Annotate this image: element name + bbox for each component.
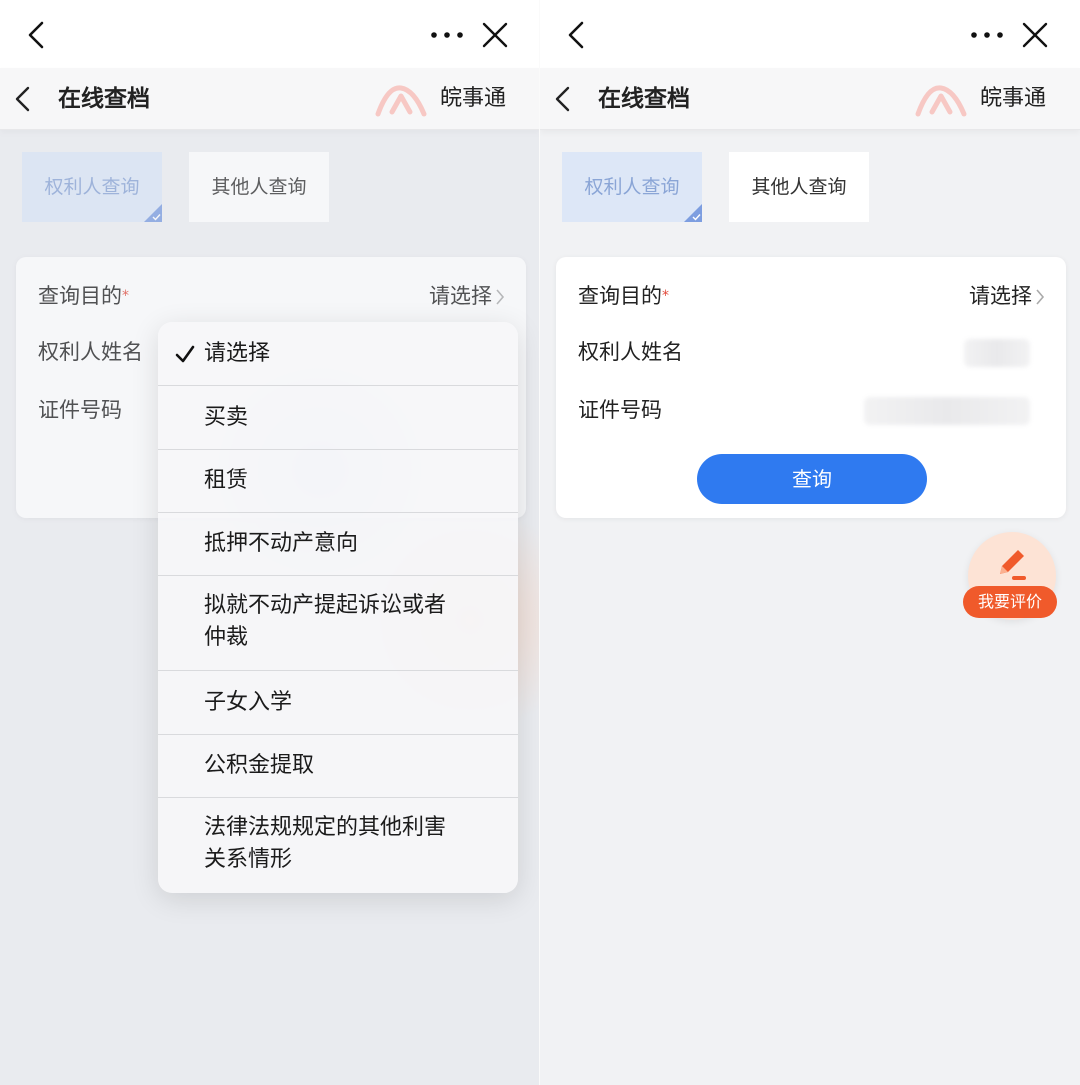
system-top-bar xyxy=(540,0,1080,68)
feedback-label[interactable]: 我要评价 xyxy=(963,586,1057,618)
brand-logo-icon xyxy=(375,85,427,117)
dropdown-option[interactable]: 公积金提取 xyxy=(158,735,518,798)
query-button[interactable]: 查询 xyxy=(697,454,927,504)
dropdown-option[interactable]: 抵押不动产意向 xyxy=(158,513,518,576)
dropdown-option-label: 关系情形 xyxy=(204,847,293,872)
left-screen: 在线查档 皖事通 权利人查询 其他人查询 查询目的* 请选择 权利人姓名 证件号… xyxy=(0,0,540,1085)
purpose-select[interactable]: 请选择 xyxy=(969,281,1032,311)
right-screen: 在线查档 皖事通 权利人查询 其他人查询 查询目的* 请选择 权利人姓名 证件号… xyxy=(540,0,1080,1085)
chevron-left-icon[interactable] xyxy=(22,20,52,50)
chevron-left-icon[interactable] xyxy=(562,20,592,50)
owner-name-label: 权利人姓名 xyxy=(38,340,143,364)
tab-owner-query[interactable]: 权利人查询 xyxy=(562,152,702,222)
page-title: 在线查档 xyxy=(598,86,690,112)
id-number-label: 证件号码 xyxy=(38,398,122,422)
id-number-input[interactable] xyxy=(864,397,1030,425)
chevron-left-icon[interactable] xyxy=(10,84,36,114)
required-mark: * xyxy=(122,288,129,304)
dropdown-option[interactable]: 拟就不动产提起诉讼或者 仲裁 xyxy=(158,576,518,671)
pencil-edit-icon xyxy=(1000,550,1026,580)
dropdown-option-label: 公积金提取 xyxy=(204,753,315,778)
corner-check-icon xyxy=(684,204,702,222)
id-number-label: 证件号码 xyxy=(578,398,662,422)
purpose-label: 查询目的* xyxy=(578,281,669,311)
system-top-bar xyxy=(0,0,540,68)
purpose-dropdown-menu: 请选择 买卖 租赁 抵押不动产意向 拟就不动产提起诉讼或者 仲裁 子女入学 公积… xyxy=(158,322,518,893)
close-icon[interactable] xyxy=(1020,20,1050,50)
purpose-label-text: 查询目的 xyxy=(38,284,122,308)
dropdown-option-label: 租赁 xyxy=(204,468,249,493)
dropdown-option-label: 子女入学 xyxy=(204,690,293,715)
close-icon[interactable] xyxy=(480,20,510,50)
more-dots-icon[interactable] xyxy=(968,20,1006,50)
dropdown-option[interactable]: 租赁 xyxy=(158,450,518,513)
corner-check-icon xyxy=(144,204,162,222)
owner-name-input[interactable] xyxy=(964,339,1030,367)
dropdown-option-label: 拟就不动产提起诉讼或者 xyxy=(204,593,447,618)
chevron-right-icon xyxy=(496,289,505,305)
dropdown-option[interactable]: 子女入学 xyxy=(158,671,518,735)
required-mark: * xyxy=(662,288,669,304)
dropdown-option-selected[interactable]: 请选择 xyxy=(158,322,518,386)
brand-name: 皖事通 xyxy=(980,86,1047,111)
tab-other-query[interactable]: 其他人查询 xyxy=(189,152,329,222)
query-form-card: 查询目的* 请选择 权利人姓名 证件号码 查询 xyxy=(556,257,1066,518)
tab-label: 其他人查询 xyxy=(751,176,847,198)
dropdown-option-label: 法律法规规定的其他利害 xyxy=(204,815,447,840)
tab-label: 权利人查询 xyxy=(584,176,680,198)
brand-logo-icon xyxy=(915,85,967,117)
checkmark-icon xyxy=(175,345,195,363)
more-dots-icon[interactable] xyxy=(428,20,466,50)
owner-name-label: 权利人姓名 xyxy=(578,340,683,364)
dropdown-option-label: 抵押不动产意向 xyxy=(204,531,359,556)
purpose-label-text: 查询目的 xyxy=(578,284,662,308)
tab-owner-query[interactable]: 权利人查询 xyxy=(22,152,162,222)
dropdown-option-label: 仲裁 xyxy=(204,625,249,650)
purpose-select[interactable]: 请选择 xyxy=(429,281,492,311)
tab-label: 其他人查询 xyxy=(211,176,307,198)
dropdown-option-label: 买卖 xyxy=(204,405,249,430)
app-header: 在线查档 皖事通 xyxy=(540,68,1080,130)
tab-other-query[interactable]: 其他人查询 xyxy=(729,152,869,222)
page-title: 在线查档 xyxy=(58,86,150,112)
chevron-right-icon xyxy=(1036,289,1045,305)
chevron-left-icon[interactable] xyxy=(550,84,576,114)
dropdown-option[interactable]: 买卖 xyxy=(158,386,518,450)
brand-name: 皖事通 xyxy=(440,86,507,111)
dropdown-option[interactable]: 法律法规规定的其他利害 关系情形 xyxy=(158,798,518,893)
purpose-label: 查询目的* xyxy=(38,281,129,311)
tab-label: 权利人查询 xyxy=(44,176,140,198)
dropdown-option-label: 请选择 xyxy=(204,341,271,366)
phone-screens: 在线查档 皖事通 权利人查询 其他人查询 查询目的* 请选择 权利人姓名 证件号… xyxy=(0,0,1080,1085)
app-header: 在线查档 皖事通 xyxy=(0,68,540,130)
